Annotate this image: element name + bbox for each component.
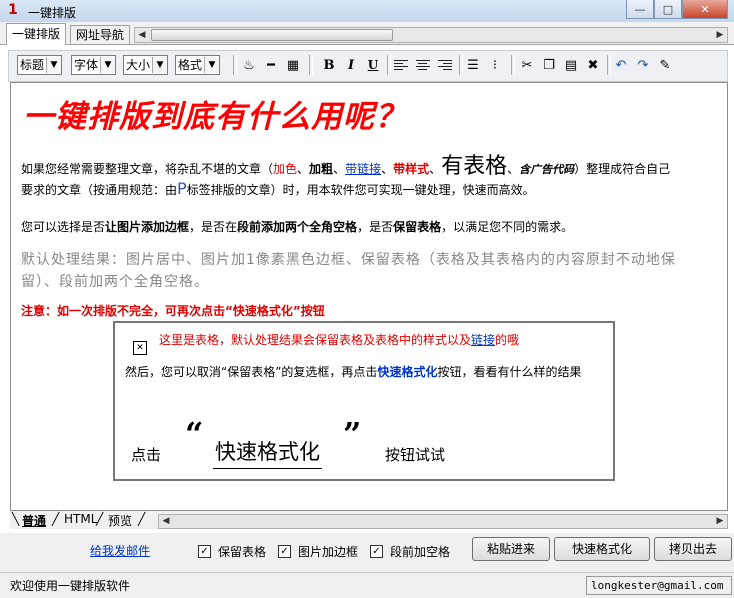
status-message: 欢迎使用一键排版软件: [10, 579, 131, 593]
bold-button[interactable]: B: [319, 55, 339, 75]
quick-format-button[interactable]: 快速格式化: [554, 537, 650, 561]
tab-row: 一键排版 网址导航 ◀ ▶: [0, 22, 734, 45]
keep-table-checkbox[interactable]: ✓ 保留表格: [198, 543, 266, 560]
align-right-icon[interactable]: [435, 55, 455, 75]
hscroll-right-icon[interactable]: ▶: [713, 515, 727, 528]
numbered-list-icon[interactable]: ☰: [463, 55, 483, 75]
edit-note-icon[interactable]: ✎: [655, 55, 675, 75]
tab-scrollbar[interactable]: ◀ ▶: [134, 27, 728, 43]
app-icon: 1: [8, 2, 18, 18]
italic-button[interactable]: I: [341, 55, 361, 75]
default-result-text: 默认处理结果：图片居中、图片加1像素黑色边框、保留表格（表格及其表格内的内容原封…: [21, 252, 676, 290]
tab-scroll-thumb[interactable]: [151, 29, 393, 41]
heading-select[interactable]: 标题 ▼: [17, 55, 63, 75]
sample-link[interactable]: 带链接: [345, 162, 381, 176]
underline-button[interactable]: U: [363, 55, 383, 75]
status-email: longkester@gmail.com: [586, 576, 732, 595]
tab-html[interactable]: HTML: [64, 512, 97, 526]
redo-icon[interactable]: ↷: [633, 55, 653, 75]
tab-preview[interactable]: 预览: [108, 512, 132, 529]
paragraph-intro: 如果您经常需要整理文章，将杂乱不堪的文章（加色、加粗、带链接、带样式、有表格、含…: [21, 154, 671, 199]
image-border-checkbox[interactable]: ✓ 图片加边框: [278, 543, 358, 560]
tab-yijian-paiban[interactable]: 一键排版: [6, 23, 67, 45]
headline: 一键排版到底有什么用呢？: [23, 99, 407, 135]
align-center-icon[interactable]: [413, 55, 433, 75]
close-button[interactable]: ✕: [682, 0, 728, 19]
hscroll-left-icon[interactable]: ◀: [159, 515, 173, 528]
mode-tabs: ╲ 普通 ╱ HTML ╱ 预览 ╱ ◀ ▶: [10, 511, 728, 529]
cut-icon[interactable]: ✂: [517, 55, 537, 75]
tab-normal[interactable]: 普通: [22, 512, 46, 529]
format-toolbar: 标题 ▼ 字体 ▼ 大小 ▼ 格式 ▼ ♨ ━ ▦ B I U ☰ ⁝ ✂ ❐ ▤ ✖ …: [8, 50, 728, 82]
email-link[interactable]: 给我发邮件: [90, 542, 150, 559]
align-left-icon[interactable]: [391, 55, 411, 75]
undo-icon[interactable]: ↶: [611, 55, 631, 75]
broken-image-icon: ✕: [133, 341, 147, 355]
paste-in-button[interactable]: 粘贴进来: [472, 537, 550, 561]
sample-table: ✕ 这里是表格，默认处理结果会保留表格及表格中的样式以及链接的哦 然后，您可以取…: [113, 321, 615, 481]
table-click-text: 点击: [131, 446, 162, 464]
table-instruction: 然后，您可以取消“保留表格”的复选框，再点击快速格式化按钮，看看有什么样的结果: [125, 365, 582, 379]
horizontal-rule-icon[interactable]: ━: [261, 55, 281, 75]
editor-area[interactable]: 一键排版到底有什么用呢？ 如果您经常需要整理文章，将杂乱不堪的文章（加色、加粗、…: [10, 82, 728, 511]
tab-url-nav[interactable]: 网址导航: [70, 25, 131, 44]
table-try-text: 按钮试试: [385, 446, 446, 464]
table-link[interactable]: 链接: [471, 333, 495, 347]
warning-text: 注意：如一次排版不完全，可再次点击“快速格式化”按钮: [21, 304, 325, 318]
paste-icon[interactable]: ▤: [561, 55, 581, 75]
copy-icon[interactable]: ❐: [539, 55, 559, 75]
editor-hscrollbar[interactable]: ◀ ▶: [158, 514, 728, 529]
status-bar: 欢迎使用一键排版软件 longkester@gmail.com: [0, 572, 734, 598]
paragraph-options: 您可以选择是否让图片添加边框，是否在段前添加两个全角空格，是否保留表格，以满足您…: [21, 220, 574, 234]
delete-icon[interactable]: ✖: [583, 55, 603, 75]
insert-table-icon[interactable]: ▦: [283, 55, 303, 75]
scroll-right-icon[interactable]: ▶: [713, 28, 727, 42]
maximize-button[interactable]: □: [654, 0, 682, 19]
options-bar: 给我发邮件 ✓ 保留表格 ✓ 图片加边框 ✓ 段前加空格 粘贴进来 快速格式化 拷贝出…: [0, 533, 734, 573]
table-note: 这里是表格，默认处理结果会保留表格及表格中的样式以及链接的哦: [159, 333, 520, 347]
quote-left: “: [185, 415, 204, 453]
scroll-left-icon[interactable]: ◀: [135, 28, 149, 42]
minimize-button[interactable]: —: [626, 0, 654, 19]
format-select[interactable]: 格式 ▼: [175, 55, 221, 75]
window-title: 一键排版: [28, 6, 77, 20]
size-select[interactable]: 大小 ▼: [123, 55, 169, 75]
quote-right: ”: [343, 415, 362, 453]
copy-out-button[interactable]: 拷贝出去: [654, 537, 732, 561]
bullet-list-icon[interactable]: ⁝: [485, 55, 505, 75]
font-select[interactable]: 字体 ▼: [71, 55, 117, 75]
special-char-icon[interactable]: ♨: [239, 55, 259, 75]
indent-checkbox[interactable]: ✓ 段前加空格: [370, 543, 450, 560]
title-bar: 1 一键排版 — □ ✕: [0, 0, 734, 23]
table-format-text: 快速格式化: [213, 436, 322, 469]
